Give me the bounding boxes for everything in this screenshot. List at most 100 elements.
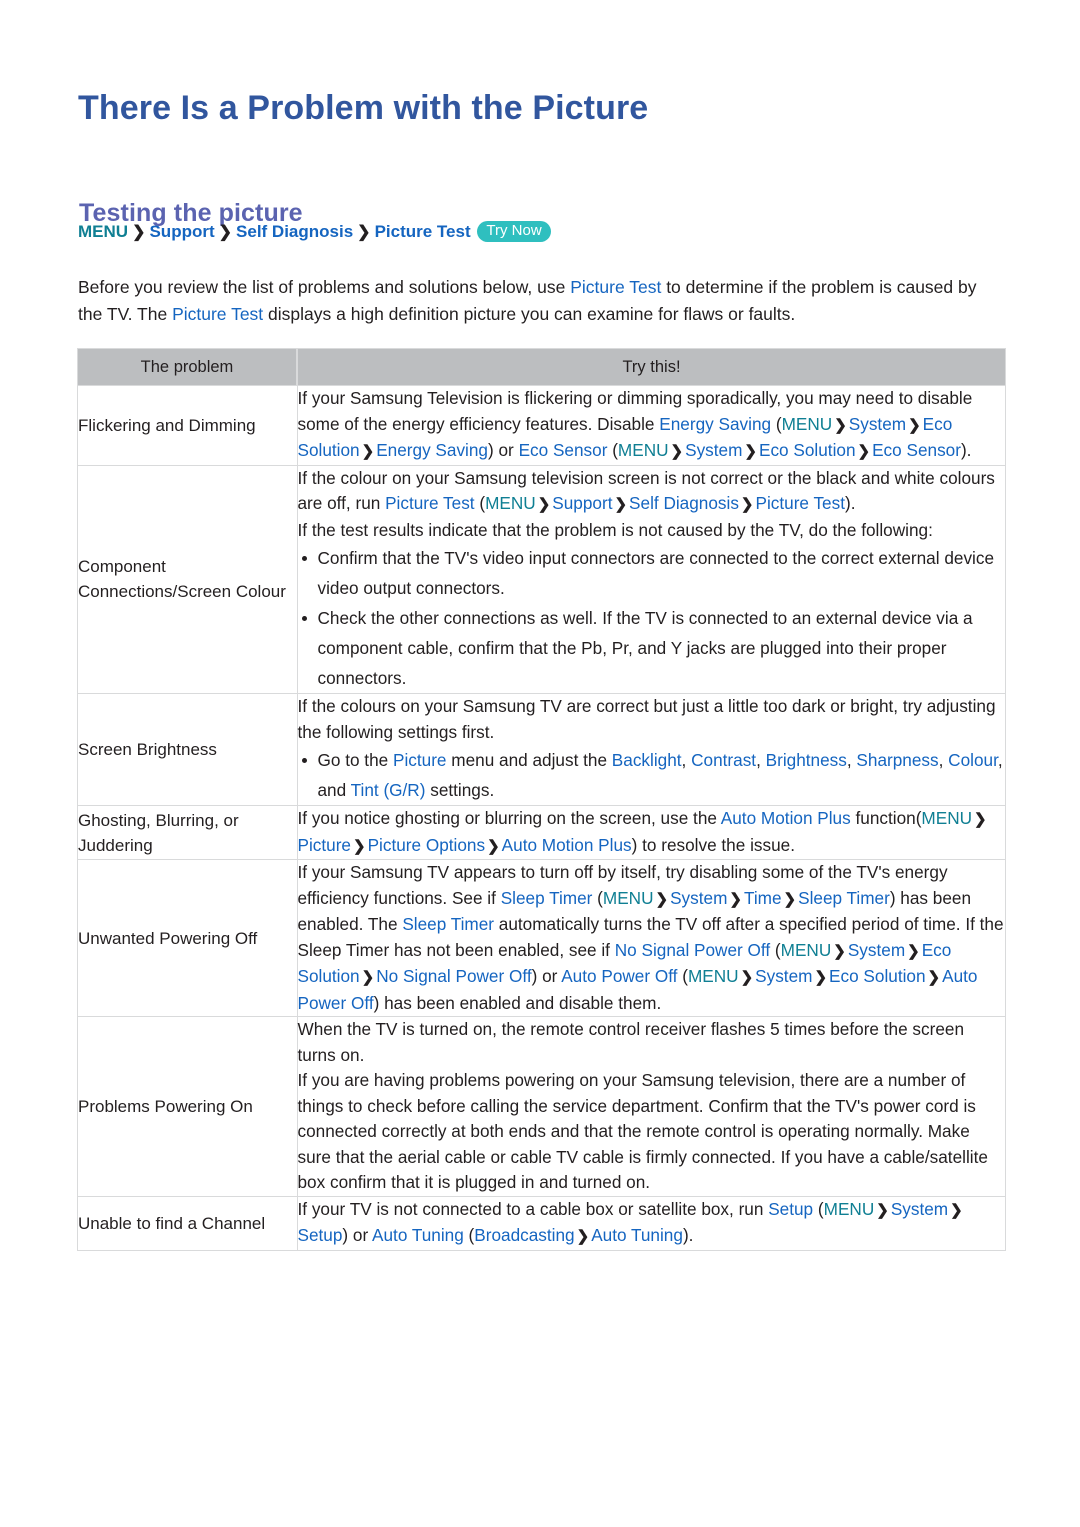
answer-paragraph: If your Samsung Television is flickering… [298, 386, 1006, 465]
link-picture[interactable]: Picture [298, 835, 352, 855]
link-system[interactable]: System [849, 414, 906, 434]
answer-cell: If you notice ghosting or blurring on th… [296, 805, 1006, 860]
answer-paragraph: If you are having problems powering on y… [297, 1070, 988, 1192]
text: , [756, 750, 766, 770]
link-eco-sensor[interactable]: Eco Sensor [872, 440, 961, 460]
intro-link-picture-test-1[interactable]: Picture Test [570, 277, 661, 297]
link-menu[interactable]: MENU [921, 808, 972, 828]
problem-cell: Unwanted Powering Off [77, 859, 298, 1017]
problem-cell: Unable to find a Channel [77, 1195, 298, 1251]
text: , [938, 750, 949, 770]
text: ). [960, 440, 972, 460]
link-colour[interactable]: Colour [948, 750, 998, 770]
link-sleep-timer[interactable]: Sleep Timer [402, 914, 494, 934]
link-sleep-timer[interactable]: Sleep Timer [501, 888, 593, 908]
text: If you notice ghosting or blurring on th… [297, 808, 721, 828]
link-eco-sensor[interactable]: Eco Sensor [519, 440, 608, 460]
link-brightness[interactable]: Brightness [766, 750, 847, 770]
chevron-right-icon: ❯ [857, 443, 871, 460]
text: ( [813, 1198, 824, 1219]
link-auto-motion-plus[interactable]: Auto Motion Plus [721, 808, 851, 828]
text: ) or [488, 440, 519, 460]
link-menu[interactable]: MENU [603, 888, 654, 908]
list-item: Check the other connections as well. If … [298, 603, 1006, 693]
intro-paragraph: Before you review the list of problems a… [78, 274, 1003, 328]
table-row: Screen Brightness If the colours on your… [77, 693, 1006, 806]
problem-cell: Flickering and Dimming [77, 385, 298, 466]
text: function( [850, 808, 922, 828]
link-backlight[interactable]: Backlight [612, 750, 682, 770]
link-eco-solution[interactable]: Eco Solution [829, 966, 926, 986]
chevron-right-icon: ❯ [614, 496, 628, 513]
link-eco-solution[interactable]: Eco Solution [759, 440, 856, 460]
link-time[interactable]: Time [744, 888, 782, 908]
link-tint[interactable]: Tint (G/R) [351, 780, 426, 800]
link-picture[interactable]: Picture [393, 750, 447, 770]
link-menu[interactable]: MENU [485, 493, 536, 513]
breadcrumb-item-support[interactable]: Support [149, 222, 214, 241]
link-system[interactable]: System [685, 440, 742, 460]
table-body: Flickering and Dimming If your Samsung T… [77, 385, 1006, 1251]
link-setup[interactable]: Setup [768, 1199, 813, 1219]
intro-text-3: displays a high definition picture you c… [263, 303, 796, 324]
link-no-signal-power-off[interactable]: No Signal Power Off [376, 966, 531, 986]
breadcrumb-item-picture-test[interactable]: Picture Test [375, 222, 471, 241]
link-picture-test[interactable]: Picture Test [756, 493, 845, 513]
list-item: Confirm that the TV's video input connec… [298, 543, 1006, 603]
link-menu[interactable]: MENU [782, 414, 833, 434]
link-support[interactable]: Support [552, 493, 612, 513]
text: ) has been enabled and disable them. [373, 992, 662, 1013]
chevron-right-icon: ❯ [670, 443, 684, 460]
link-contrast[interactable]: Contrast [691, 750, 756, 770]
link-auto-motion-plus[interactable]: Auto Motion Plus [502, 835, 632, 855]
link-system[interactable]: System [670, 888, 727, 908]
breadcrumb-item-menu[interactable]: MENU [78, 222, 128, 241]
breadcrumb-item-self-diagnosis[interactable]: Self Diagnosis [236, 222, 353, 241]
chevron-right-icon: ❯ [950, 1201, 963, 1219]
problem-cell: Problems Powering On [77, 1016, 298, 1197]
table-row: Component Connections/Screen Colour If t… [77, 464, 1006, 694]
link-system[interactable]: System [755, 966, 812, 986]
link-picture-test[interactable]: Picture Test [385, 493, 474, 513]
link-sharpness[interactable]: Sharpness [856, 750, 938, 770]
link-auto-tuning[interactable]: Auto Tuning [591, 1225, 683, 1245]
link-menu[interactable]: MENU [688, 966, 739, 986]
chevron-right-icon: ❯ [783, 890, 797, 908]
link-auto-tuning[interactable]: Auto Tuning [372, 1225, 464, 1245]
link-sleep-timer[interactable]: Sleep Timer [798, 888, 890, 908]
chevron-right-icon: ❯ [974, 811, 987, 828]
link-picture-options[interactable]: Picture Options [368, 835, 486, 855]
table-row: Unwanted Powering Off If your Samsung TV… [77, 859, 1006, 1017]
answer-paragraph: If your TV is not connected to a cable b… [298, 1197, 1006, 1250]
chevron-right-icon: ❯ [908, 416, 921, 434]
chevron-right-icon: ❯ [537, 496, 551, 513]
link-broadcasting[interactable]: Broadcasting [474, 1225, 574, 1245]
answer-cell: If your Samsung Television is flickering… [296, 385, 1006, 466]
link-menu[interactable]: MENU [618, 440, 669, 460]
list-item: Go to the Picture menu and adjust the Ba… [298, 745, 1006, 805]
link-self-diagnosis[interactable]: Self Diagnosis [629, 493, 739, 513]
text: menu and adjust the [446, 750, 612, 770]
column-header-try-this: Try this! [296, 348, 1006, 386]
try-now-badge[interactable]: Try Now [477, 221, 551, 242]
link-menu[interactable]: MENU [781, 940, 832, 960]
intro-link-picture-test-2[interactable]: Picture Test [172, 304, 263, 324]
text: If your TV is not connected to a cable b… [297, 1198, 769, 1219]
chevron-right-icon: ❯ [729, 890, 742, 908]
chevron-right-icon: ❯ [814, 969, 828, 986]
text: ( [592, 887, 603, 908]
link-energy-saving[interactable]: Energy Saving [376, 440, 488, 460]
link-menu[interactable]: MENU [824, 1199, 875, 1219]
text: ) or [531, 966, 562, 986]
chevron-right-icon: ❯ [927, 969, 941, 986]
table-header-row: The problem Try this! [77, 348, 1006, 386]
link-no-signal-power-off[interactable]: No Signal Power Off [615, 940, 770, 960]
text: settings. [425, 780, 495, 800]
link-system[interactable]: System [848, 940, 905, 960]
problem-cell: Screen Brightness [77, 693, 298, 806]
link-setup[interactable]: Setup [298, 1225, 343, 1245]
link-system[interactable]: System [891, 1199, 948, 1219]
answer-paragraph: If the colour on your Samsung television… [298, 466, 1006, 518]
link-auto-power-off[interactable]: Auto Power Off [561, 966, 677, 986]
link-energy-saving[interactable]: Energy Saving [659, 414, 771, 434]
